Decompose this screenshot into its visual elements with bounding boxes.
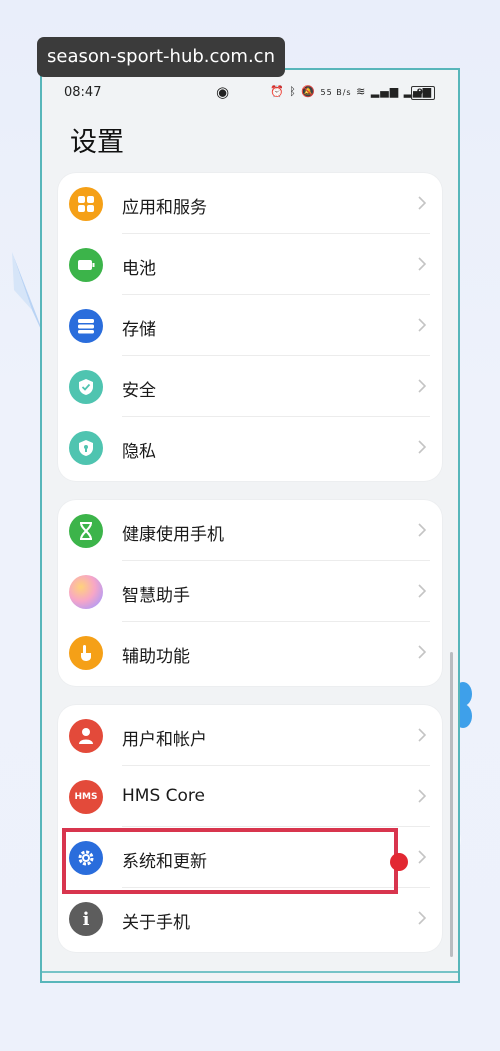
settings-item-users-accounts[interactable]: 用户和帐户: [58, 705, 442, 766]
chevron-right-icon: [418, 257, 426, 271]
alarm-icon: ⏰: [270, 85, 285, 98]
settings-item-privacy[interactable]: 隐私: [58, 417, 442, 478]
info-icon-text: i: [82, 908, 90, 930]
red-dot-marker: [390, 853, 408, 871]
settings-item-label: 应用和服务: [122, 198, 207, 218]
chevron-right-icon: [418, 196, 426, 210]
status-time: 08:47: [64, 85, 102, 100]
settings-item-battery[interactable]: 电池: [58, 234, 442, 295]
chevron-right-icon: [418, 318, 426, 332]
settings-group-2: 健康使用手机 智慧助手 辅助功能: [58, 500, 442, 686]
chevron-right-icon: [418, 645, 426, 659]
chevron-right-icon: [418, 789, 426, 803]
battery-indicator: 95: [411, 86, 435, 100]
security-shield-icon: [69, 370, 103, 404]
settings-item-label: 存储: [122, 320, 156, 340]
scrollbar[interactable]: [450, 652, 453, 957]
assistant-icon: [69, 575, 103, 609]
chevron-right-icon: [418, 523, 426, 537]
settings-item-label: 辅助功能: [122, 647, 190, 667]
frame-bottom-line: [42, 971, 458, 973]
accessibility-hand-icon: [69, 636, 103, 670]
settings-group-1: 应用和服务 电池 存储 安全 隐私: [58, 173, 442, 481]
privacy-shield-icon: [69, 431, 103, 465]
wifi-icon: ≋: [356, 85, 367, 98]
settings-item-accessibility[interactable]: 辅助功能: [58, 622, 442, 683]
page-title: 设置: [70, 127, 124, 158]
storage-icon: [69, 309, 103, 343]
hourglass-icon: [69, 514, 103, 548]
user-icon: [69, 719, 103, 753]
settings-item-label: 关于手机: [122, 913, 190, 933]
bluetooth-icon: ᛒ: [289, 85, 297, 98]
settings-item-security[interactable]: 安全: [58, 356, 442, 417]
chevron-right-icon: [418, 379, 426, 393]
settings-item-hms-core[interactable]: HMS HMS Core: [58, 766, 442, 827]
settings-item-apps-services[interactable]: 应用和服务: [58, 173, 442, 234]
settings-item-label: 智慧助手: [122, 586, 190, 606]
hms-icon: HMS: [69, 780, 103, 814]
network-speed: 55 B/s: [320, 88, 352, 97]
chevron-right-icon: [418, 850, 426, 864]
chevron-right-icon: [418, 440, 426, 454]
chevron-right-icon: [418, 728, 426, 742]
chevron-right-icon: [418, 584, 426, 598]
phone-screen: 08:47 ◉ ⏰ ᛒ 🔕 55 B/s ≋ ▂▄▆ ▂▄▆ 95 设置 应用和…: [40, 68, 460, 983]
settings-item-about-phone[interactable]: i 关于手机: [58, 888, 442, 949]
chevron-right-icon: [418, 911, 426, 925]
watermark: season-sport-hub.com.cn: [37, 37, 285, 77]
apps-icon: [69, 187, 103, 221]
status-icons: ⏰ ᛒ 🔕 55 B/s ≋ ▂▄▆ ▂▄▆: [270, 85, 432, 98]
eye-comfort-icon: ◉: [216, 83, 230, 101]
highlight-annotation-box: [62, 828, 398, 894]
settings-item-label: 安全: [122, 381, 156, 401]
settings-item-storage[interactable]: 存储: [58, 295, 442, 356]
settings-item-assistant[interactable]: 智慧助手: [58, 561, 442, 622]
settings-item-label: 隐私: [122, 442, 156, 462]
signal-icon: ▂▄▆: [370, 85, 400, 98]
settings-item-label: 电池: [122, 259, 156, 279]
mute-icon: 🔕: [301, 85, 317, 98]
settings-item-label: 健康使用手机: [122, 525, 224, 545]
settings-item-label: 用户和帐户: [122, 730, 207, 750]
info-icon: i: [69, 902, 103, 936]
battery-icon: [69, 248, 103, 282]
settings-item-label: HMS Core: [122, 786, 205, 806]
status-bar: 08:47 ◉ ⏰ ᛒ 🔕 55 B/s ≋ ▂▄▆ ▂▄▆ 95: [42, 82, 458, 104]
hms-icon-text: HMS: [74, 792, 98, 802]
settings-item-digital-balance[interactable]: 健康使用手机: [58, 500, 442, 561]
